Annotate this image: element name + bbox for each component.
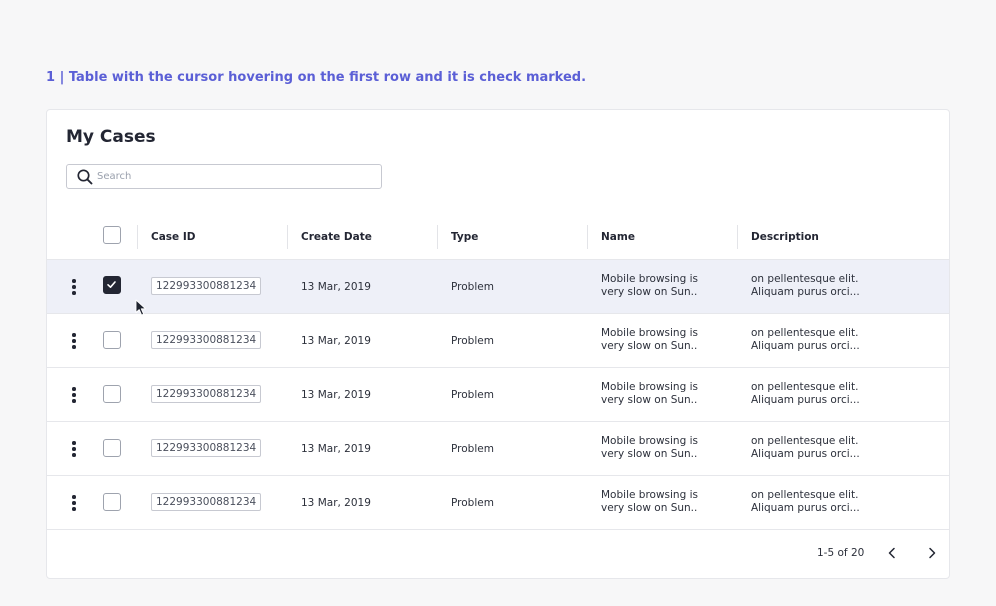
create-date-cell: 13 Mar, 2019 [301, 443, 371, 455]
description-line-2: Aliquam purus orci... [751, 340, 860, 352]
description-line-2: Aliquam purus orci... [751, 502, 860, 514]
create-date-cell: 13 Mar, 2019 [301, 389, 371, 401]
chevron-left-icon[interactable] [884, 545, 900, 561]
create-date-cell: 13 Mar, 2019 [301, 281, 371, 293]
mouse-pointer-icon [135, 299, 147, 316]
cases-card: My Cases Case ID Create Date Type Name D… [46, 109, 950, 579]
case-id-chip[interactable]: 122993300881234 [151, 277, 262, 295]
search-input[interactable] [97, 165, 367, 188]
description-line-1: on pellentesque elit. [751, 435, 859, 447]
type-cell: Problem [451, 443, 494, 455]
checkmark-icon [107, 281, 116, 288]
kebab-menu-icon[interactable] [67, 385, 81, 405]
select-all-checkbox[interactable] [103, 226, 121, 244]
description-line-1: on pellentesque elit. [751, 489, 859, 501]
type-cell: Problem [451, 389, 494, 401]
name-line-1: Mobile browsing is [601, 435, 698, 447]
table-row[interactable]: 122993300881234 13 Mar, 2019 Problem Mob… [47, 368, 949, 422]
description-cell: on pellentesque elit. Aliquam purus orci… [751, 381, 860, 407]
name-line-2: very slow on Sun.. [601, 448, 698, 460]
column-divider [737, 225, 738, 249]
description-line-1: on pellentesque elit. [751, 273, 859, 285]
create-date-cell: 13 Mar, 2019 [301, 497, 371, 509]
card-title: My Cases [66, 127, 156, 147]
name-line-1: Mobile browsing is [601, 327, 698, 339]
search-box[interactable] [66, 164, 382, 189]
column-header-create-date[interactable]: Create Date [301, 227, 372, 247]
name-cell: Mobile browsing is very slow on Sun.. [601, 489, 698, 515]
description-cell: on pellentesque elit. Aliquam purus orci… [751, 273, 860, 299]
description-line-2: Aliquam purus orci... [751, 394, 860, 406]
name-cell: Mobile browsing is very slow on Sun.. [601, 435, 698, 461]
name-line-2: very slow on Sun.. [601, 286, 698, 298]
row-checkbox[interactable] [103, 331, 121, 349]
table-row[interactable]: 122993300881234 13 Mar, 2019 Problem Mob… [47, 314, 949, 368]
type-cell: Problem [451, 281, 494, 293]
create-date-cell: 13 Mar, 2019 [301, 335, 371, 347]
kebab-menu-icon[interactable] [67, 493, 81, 513]
name-line-2: very slow on Sun.. [601, 340, 698, 352]
table-row[interactable]: 122993300881234 13 Mar, 2019 Problem Mob… [47, 422, 949, 476]
kebab-menu-icon[interactable] [67, 277, 81, 297]
column-header-type[interactable]: Type [451, 227, 478, 247]
name-line-1: Mobile browsing is [601, 381, 698, 393]
table-header: Case ID Create Date Type Name Descriptio… [47, 210, 949, 260]
chevron-right-icon[interactable] [924, 545, 940, 561]
name-line-2: very slow on Sun.. [601, 502, 698, 514]
column-divider [587, 225, 588, 249]
case-id-chip[interactable]: 122993300881234 [151, 331, 262, 349]
description-cell: on pellentesque elit. Aliquam purus orci… [751, 327, 860, 353]
kebab-menu-icon[interactable] [67, 331, 81, 351]
row-checkbox[interactable] [103, 439, 121, 457]
description-line-2: Aliquam purus orci... [751, 286, 860, 298]
case-id-chip[interactable]: 122993300881234 [151, 493, 262, 511]
name-line-1: Mobile browsing is [601, 273, 698, 285]
column-divider [437, 225, 438, 249]
description-cell: on pellentesque elit. Aliquam purus orci… [751, 435, 860, 461]
pagination-range: 1-5 of 20 [817, 547, 865, 559]
name-cell: Mobile browsing is very slow on Sun.. [601, 273, 698, 299]
type-cell: Problem [451, 497, 494, 509]
description-line-2: Aliquam purus orci... [751, 448, 860, 460]
column-header-name[interactable]: Name [601, 227, 635, 247]
column-divider [287, 225, 288, 249]
row-checkbox[interactable] [103, 385, 121, 403]
name-cell: Mobile browsing is very slow on Sun.. [601, 381, 698, 407]
description-line-1: on pellentesque elit. [751, 381, 859, 393]
page-caption: 1 | Table with the cursor hovering on th… [46, 70, 587, 85]
column-header-case-id[interactable]: Case ID [151, 227, 195, 247]
table-row[interactable]: 122993300881234 13 Mar, 2019 Problem Mob… [47, 476, 949, 530]
row-checkbox[interactable] [103, 276, 121, 294]
description-line-1: on pellentesque elit. [751, 327, 859, 339]
type-cell: Problem [451, 335, 494, 347]
row-checkbox[interactable] [103, 493, 121, 511]
table-row[interactable]: 122993300881234 13 Mar, 2019 Problem Mob… [47, 260, 949, 314]
case-id-chip[interactable]: 122993300881234 [151, 385, 262, 403]
search-icon [77, 169, 93, 185]
name-line-1: Mobile browsing is [601, 489, 698, 501]
kebab-menu-icon[interactable] [67, 439, 81, 459]
name-line-2: very slow on Sun.. [601, 394, 698, 406]
name-cell: Mobile browsing is very slow on Sun.. [601, 327, 698, 353]
column-header-description[interactable]: Description [751, 227, 819, 247]
case-id-chip[interactable]: 122993300881234 [151, 439, 262, 457]
description-cell: on pellentesque elit. Aliquam purus orci… [751, 489, 860, 515]
column-divider [137, 225, 138, 249]
